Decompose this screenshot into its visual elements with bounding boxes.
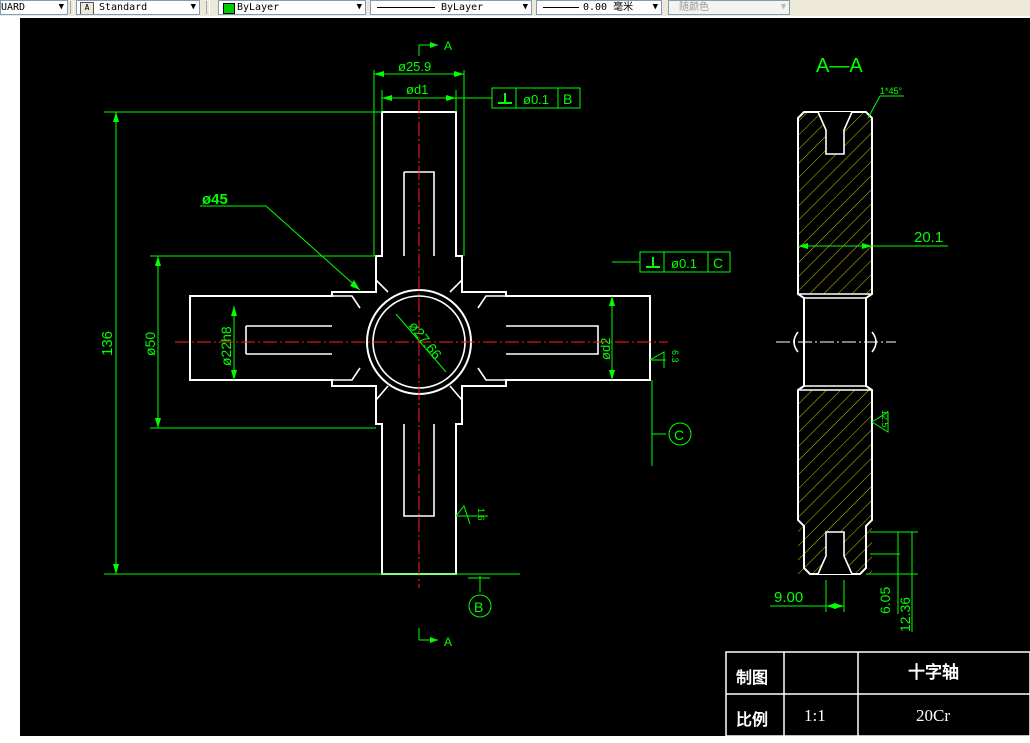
- linetype-select[interactable]: ByLayer ▼: [370, 0, 532, 15]
- tolerance-b-value: ø0.1: [523, 92, 549, 107]
- chevron-down-icon: ▼: [522, 2, 528, 12]
- title-block-material: 20Cr: [916, 706, 950, 725]
- datum-c-label: C: [674, 427, 684, 443]
- linetype-value: ByLayer: [441, 2, 484, 13]
- chevron-down-icon: ▼: [190, 2, 196, 12]
- roughness-12-5: 12.5: [880, 410, 890, 428]
- dim-diameter-25-9: ø25.9: [398, 59, 431, 74]
- cad-drawing: ø0.1 B ø0.1 C C B ø25.9 ød1 ø45 136 ø50 …: [99, 39, 1030, 737]
- toolbar-separator: [206, 1, 210, 14]
- tolerance-c-value: ø0.1: [671, 256, 697, 271]
- dim-diameter-d2: ød2: [598, 338, 613, 360]
- tolerance-c-datum: C: [713, 255, 723, 271]
- roughness-1-6: 1.6: [476, 508, 486, 521]
- title-block-scale-value: 1:1: [804, 706, 826, 725]
- text-style-icon: A: [80, 2, 94, 14]
- section-mark-top: A: [444, 39, 452, 53]
- dim-diameter-45: ø45: [202, 191, 228, 208]
- front-view: ø0.1 B ø0.1 C C B ø25.9 ød1 ø45 136 ø50 …: [99, 39, 731, 649]
- drawing-canvas[interactable]: ø0.1 B ø0.1 C C B ø25.9 ød1 ø45 136 ø50 …: [20, 18, 1030, 737]
- chevron-down-icon: ▼: [780, 2, 786, 12]
- chamfer-note: 1*45°: [880, 86, 903, 96]
- plot-style-value: 随颜色: [679, 2, 709, 13]
- text-style-value: Standard: [99, 2, 148, 13]
- roughness-6-3: 6.3: [670, 350, 680, 363]
- layer-value: ByLayer: [237, 2, 280, 13]
- dim-9-00: 9.00: [774, 589, 803, 606]
- title-block: [725, 651, 1030, 737]
- lineweight-value: 0.00 毫米: [583, 2, 634, 13]
- dim-12-36: 12.36: [897, 597, 913, 632]
- dim-20-1: 20.1: [914, 229, 943, 246]
- layer-select[interactable]: ByLayer ▼: [218, 0, 366, 15]
- section-mark-bottom: A: [444, 635, 452, 649]
- dim-diameter-d1: ød1: [406, 82, 428, 97]
- lineweight-select[interactable]: 0.00 毫米 ▼: [536, 0, 662, 15]
- dim-length-136: 136: [99, 331, 116, 356]
- tolerance-b-datum: B: [563, 91, 572, 107]
- title-block-draw-label: 制图: [736, 668, 769, 687]
- datum-b-label: B: [474, 599, 483, 615]
- chevron-down-icon: ▼: [58, 2, 64, 12]
- toolbar-separator: [70, 1, 74, 14]
- dimension-style-value: UARD: [1, 2, 26, 13]
- model-space: ø0.1 B ø0.1 C C B ø25.9 ød1 ø45 136 ø50 …: [0, 16, 1030, 743]
- section-label: A—A: [816, 55, 863, 77]
- chevron-down-icon: ▼: [356, 2, 362, 12]
- lineweight-preview: [543, 7, 579, 8]
- dim-diameter-27-66: ø27.66: [406, 318, 446, 362]
- dim-6-05: 6.05: [877, 587, 893, 614]
- properties-toolbar: UARD ▼ A Standard ▼ ByLayer ▼ ByLayer ▼ …: [0, 0, 1030, 17]
- layer-color-swatch: [223, 3, 235, 14]
- section-view: A—A 20.1 1*45° 9.00 6.05 12.36 12.5: [770, 55, 948, 632]
- dimension-style-select[interactable]: UARD ▼: [0, 0, 68, 15]
- plot-style-select[interactable]: 随颜色 ▼: [668, 0, 790, 15]
- title-block-part-name: 十字轴: [908, 663, 959, 683]
- dim-diameter-50: ø50: [142, 332, 158, 356]
- linetype-preview: [377, 7, 435, 8]
- dim-diameter-22h8: ø22h8: [218, 326, 234, 366]
- chevron-down-icon: ▼: [652, 2, 658, 12]
- title-block-scale-label: 比例: [736, 710, 769, 729]
- text-style-select[interactable]: A Standard ▼: [76, 0, 200, 15]
